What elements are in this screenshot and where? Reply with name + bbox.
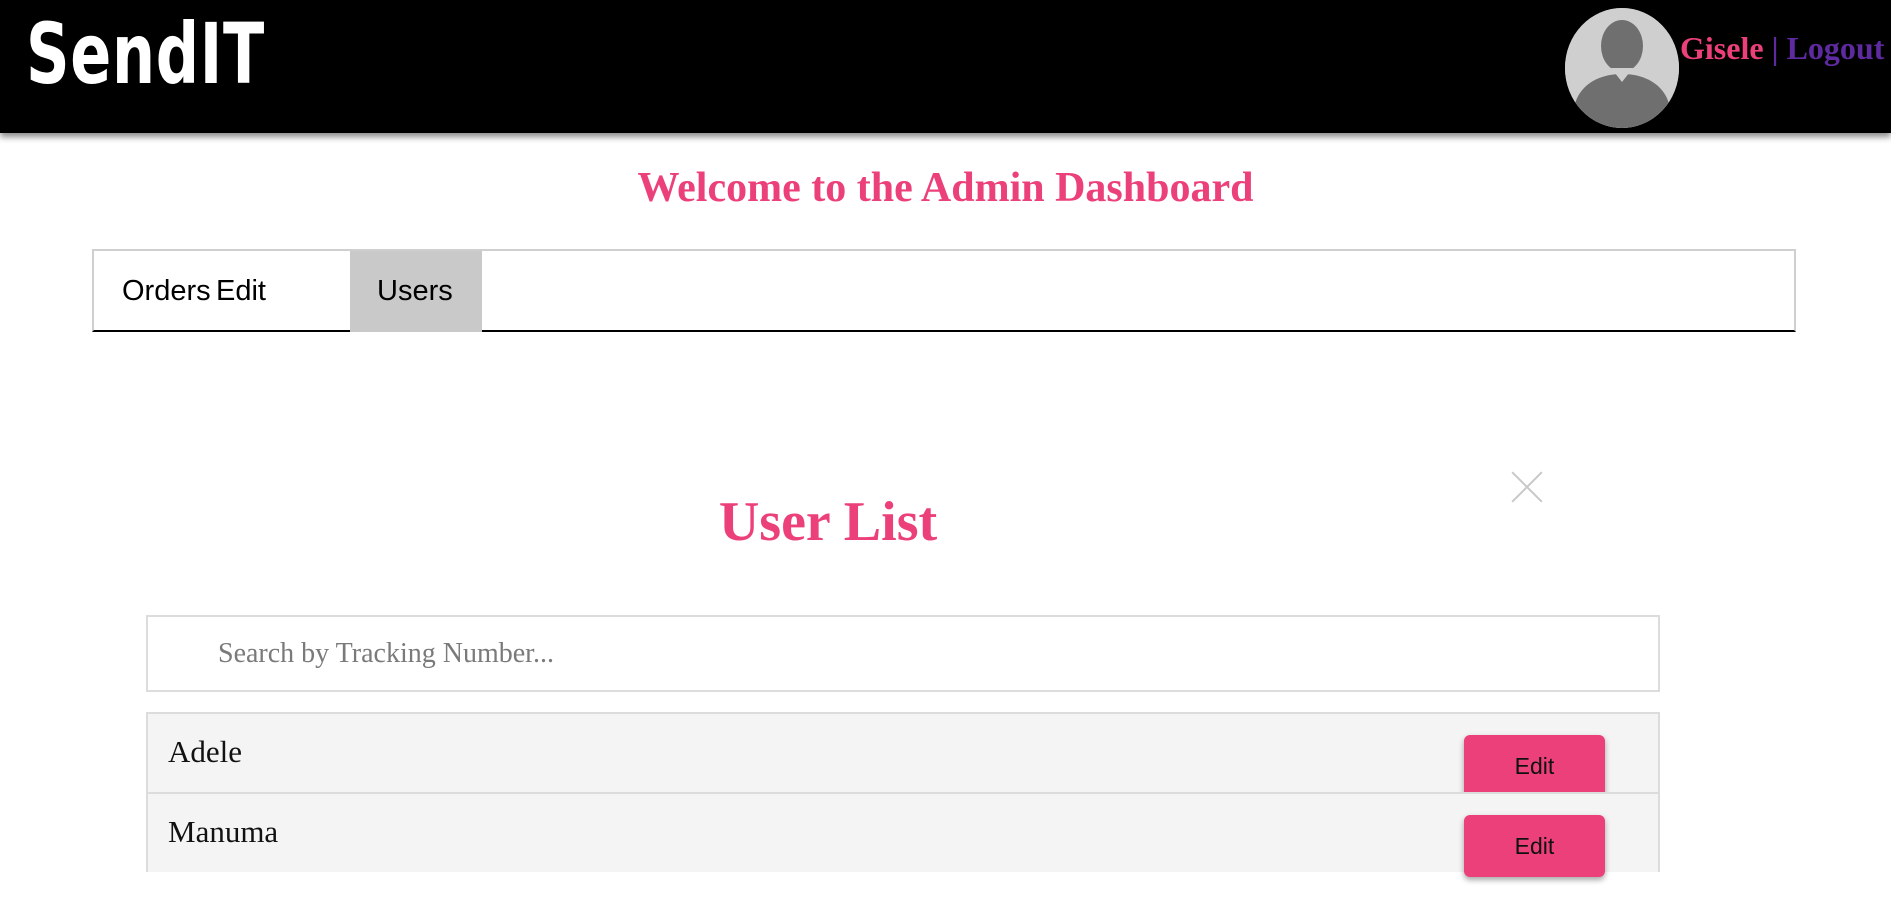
separator: | [1771,30,1779,66]
modal-title: User List [718,491,938,553]
user-list: Adele Edit Manuma Edit [146,712,1660,912]
user-avatar-icon[interactable] [1565,8,1679,128]
user-row-name: Adele [168,734,243,769]
app-logo[interactable]: SendIT [26,6,265,102]
tab-edit[interactable]: Edit [216,251,294,332]
page-title: Welcome to the Admin Dashboard [637,165,1254,211]
user-row-name: Manuma [168,814,279,849]
edit-user-button[interactable]: Edit [1464,815,1605,877]
search-input[interactable] [146,615,1660,692]
user-name: Gisele [1680,30,1764,66]
tab-users[interactable]: Users [350,251,482,332]
list-item: Manuma Edit [146,792,1660,877]
tab-bar: Orders Edit Users [92,249,1796,332]
top-header: SendIT Gisele | Logout [0,0,1891,133]
tab-edit-label: Edit [216,275,266,307]
logout-link[interactable]: Logout [1787,30,1885,66]
edit-user-button[interactable]: Edit [1464,735,1605,797]
user-area: Gisele | Logout [1680,30,1884,67]
list-item: Adele Edit [146,712,1660,797]
